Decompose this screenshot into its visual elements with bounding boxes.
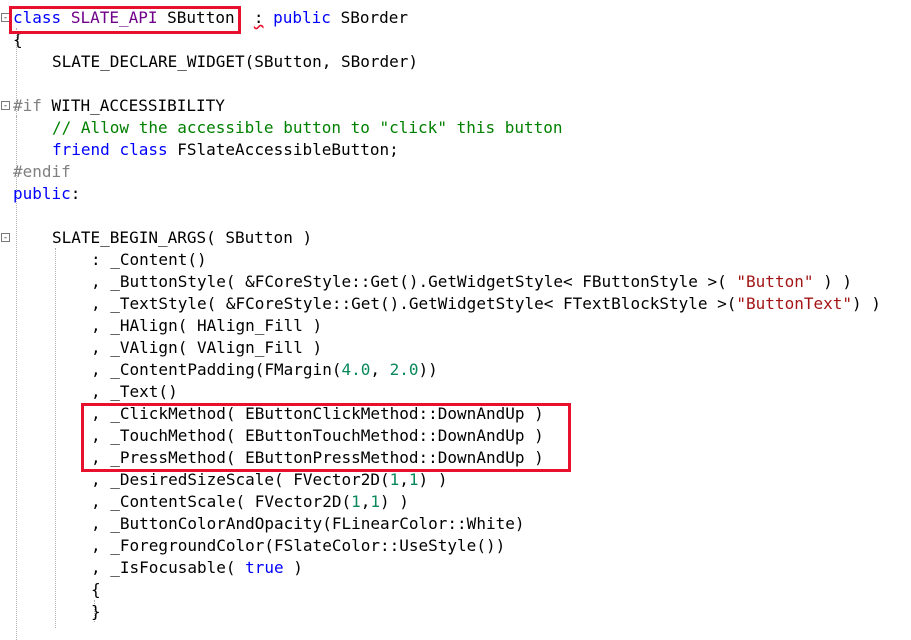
code-line-preprocessor[interactable]: #if WITH_ACCESSIBILITY [13, 95, 225, 117]
keyword: true [245, 558, 284, 577]
code-text: )) [418, 360, 438, 379]
code-line[interactable]: , _ContentPadding(FMargin(4.0, 2.0)) [91, 359, 438, 381]
string-literal: "Button" [736, 272, 814, 291]
code-line-preprocessor[interactable]: #endif [13, 161, 71, 183]
code-text: , _ContentPadding(FMargin( [91, 360, 342, 379]
highlight-box-method-args [81, 403, 571, 472]
comment: // Allow the accessible button to "click… [52, 118, 563, 137]
code-text: ) ) [418, 470, 448, 489]
code-line[interactable]: , _HAlign( HAlign_Fill ) [91, 315, 322, 337]
fold-toggle-icon[interactable]: - [1, 233, 10, 243]
preprocessor-condition: WITH_ACCESSIBILITY [51, 96, 225, 115]
code-line[interactable]: , _TextStyle( &FCoreStyle::Get().GetWidg… [91, 293, 881, 315]
code-text: , _ButtonStyle( &FCoreStyle::Get().GetWi… [91, 272, 737, 291]
colon: : [70, 184, 81, 203]
code-line[interactable]: public: [13, 183, 80, 205]
code-line[interactable]: , _ForegroundColor(FSlateColor::UseStyle… [91, 535, 505, 557]
code-text: , _HAlign( HAlign_Fill ) [91, 316, 323, 335]
brace: } [91, 602, 101, 621]
number-literal: 1 [389, 470, 400, 489]
code-text: : _Content() [91, 250, 207, 269]
code-editor[interactable]: - - - class SLATE_API SButton : public S… [0, 0, 911, 640]
number-literal: 2.0 [389, 360, 419, 379]
code-line[interactable]: , _DesiredSizeScale( FVector2D(1,1) ) [91, 469, 447, 491]
code-text: , _ForegroundColor(FSlateColor::UseStyle… [91, 536, 506, 555]
code-text: ) ) [380, 492, 409, 511]
number-literal: 1 [408, 470, 419, 489]
keyword: friend [52, 140, 110, 159]
number-literal: 1 [370, 492, 381, 511]
indent-guide [55, 248, 56, 628]
code-line[interactable]: : _Content() [91, 249, 207, 271]
indent-guide [16, 116, 17, 160]
number-literal: 4.0 [341, 360, 371, 379]
brace: { [91, 580, 101, 599]
code-line[interactable]: , _Text() [91, 381, 178, 403]
code-text: , _ContentScale( FVector2D( [91, 492, 352, 511]
code-text: , [360, 492, 371, 511]
code-line[interactable]: SLATE_DECLARE_WIDGET(SButton, SBorder) [52, 51, 418, 73]
code-line-comment[interactable]: // Allow the accessible button to "click… [52, 117, 563, 139]
code-text: , _TextStyle( &FCoreStyle::Get().GetWidg… [91, 294, 737, 313]
code-line[interactable]: , _ButtonColorAndOpacity(FLinearColor::W… [91, 513, 524, 535]
keyword: public [13, 184, 71, 203]
code-text: , _DesiredSizeScale( FVector2D( [91, 470, 390, 489]
code-text: , _VAlign( VAlign_Fill ) [91, 338, 323, 357]
code-text: , _Text() [91, 382, 178, 401]
code-text: SLATE_DECLARE_WIDGET(SButton, SBorder) [52, 52, 419, 71]
code-line[interactable]: { [91, 579, 101, 601]
code-text: ) ) [813, 272, 852, 291]
code-line[interactable]: , _IsFocusable( true ) [91, 557, 303, 579]
code-text: , _IsFocusable( [91, 558, 246, 577]
fold-gutter [0, 0, 12, 640]
code-line[interactable]: friend class FSlateAccessibleButton; [52, 139, 399, 161]
fold-toggle-icon[interactable]: - [1, 101, 10, 111]
class-name: FSlateAccessibleButton; [177, 140, 399, 159]
code-text: ) ) [852, 294, 881, 313]
code-text: , [399, 470, 409, 489]
code-text: , [370, 360, 390, 379]
base-class-name: SBorder [340, 8, 409, 27]
code-line[interactable]: , _VAlign( VAlign_Fill ) [91, 337, 322, 359]
highlight-box-class-decl [9, 6, 241, 34]
code-line[interactable]: , _ContentScale( FVector2D(1,1) ) [91, 491, 409, 513]
colon: : [253, 8, 264, 27]
code-text: ) [283, 558, 303, 577]
keyword: public [273, 8, 331, 27]
code-line[interactable]: SLATE_BEGIN_ARGS( SButton ) [52, 227, 312, 249]
string-literal: "ButtonText" [736, 294, 852, 313]
preprocessor-directive: #endif [13, 162, 71, 181]
code-text: , _ButtonColorAndOpacity(FLinearColor::W… [91, 514, 525, 533]
number-literal: 1 [351, 492, 361, 511]
code-text: SLATE_BEGIN_ARGS( SButton ) [52, 228, 313, 247]
keyword: class [119, 140, 168, 159]
code-line[interactable]: } [91, 601, 101, 623]
code-line[interactable]: , _ButtonStyle( &FCoreStyle::Get().GetWi… [91, 271, 852, 293]
preprocessor-directive: #if [13, 96, 42, 115]
